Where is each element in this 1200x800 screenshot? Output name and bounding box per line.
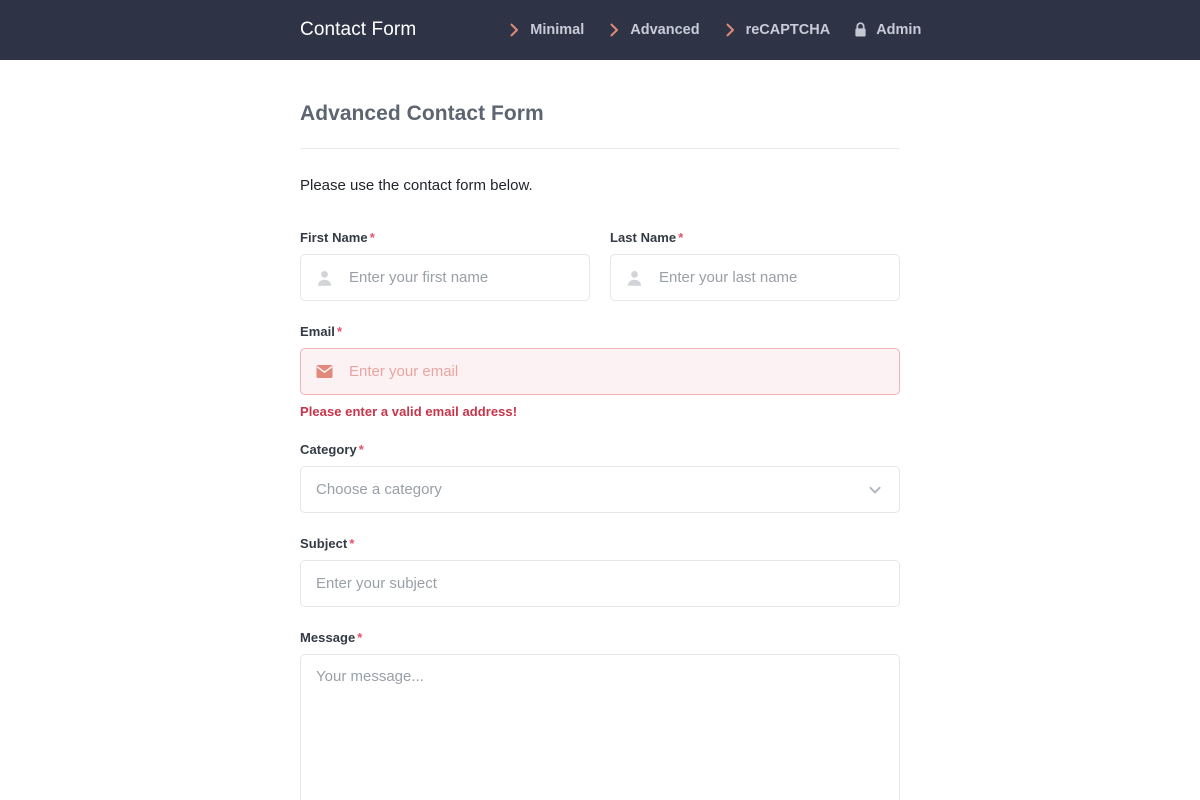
- required-marker: *: [369, 230, 375, 245]
- subject-label: Subject *: [300, 536, 900, 551]
- first-name-label-text: First Name: [300, 230, 368, 245]
- nav-item-label: Advanced: [630, 22, 700, 38]
- category-label: Category *: [300, 442, 900, 457]
- subject-control[interactable]: [300, 560, 900, 607]
- nav-item-label: Minimal: [530, 22, 585, 38]
- required-marker: *: [349, 536, 355, 551]
- first-name-field-group: First Name *: [300, 230, 590, 301]
- last-name-control[interactable]: [610, 254, 900, 301]
- name-row: First Name* Last Name*: [300, 230, 900, 324]
- email-field-group: Email* Please enter a valid email addres…: [300, 324, 900, 419]
- page-container: Advanced Contact Form Please use the con…: [300, 60, 900, 800]
- chevron-right-icon: [608, 23, 621, 37]
- category-field-group: Category * Choose a category: [300, 442, 900, 513]
- email-input[interactable]: [301, 349, 899, 394]
- title-divider: [300, 148, 900, 149]
- message-field-group: Message *: [300, 630, 900, 800]
- subject-input[interactable]: [301, 561, 899, 606]
- top-navbar: Contact Form Minimal Advanced reCAPTCHA …: [0, 0, 1200, 60]
- contact-form: First Name* Last Name*: [300, 230, 900, 800]
- first-name-input[interactable]: [301, 255, 589, 300]
- message-label: Message *: [300, 630, 900, 645]
- lock-icon: [854, 22, 867, 38]
- category-select-value-wrap: Choose a category: [301, 467, 899, 512]
- required-marker: *: [678, 230, 684, 245]
- subject-label-text: Subject: [300, 536, 348, 551]
- required-marker: *: [358, 442, 364, 457]
- intro-text: Please use the contact form below.: [300, 177, 533, 194]
- email-label-text: Email: [300, 324, 335, 339]
- chevron-right-icon: [508, 23, 521, 37]
- primary-nav: Minimal Advanced reCAPTCHA Admin: [508, 22, 921, 38]
- first-name-control[interactable]: [300, 254, 590, 301]
- last-name-label: Last Name *: [610, 230, 900, 245]
- brand-title: Contact Form: [300, 19, 417, 40]
- email-control[interactable]: [300, 348, 900, 395]
- subject-field-group: Subject *: [300, 536, 900, 607]
- email-label: Email *: [300, 324, 900, 339]
- required-marker: *: [357, 630, 363, 645]
- nav-item-advanced[interactable]: Advanced: [608, 22, 700, 38]
- nav-item-label: Admin: [876, 22, 922, 38]
- nav-item-admin[interactable]: Admin: [854, 22, 921, 38]
- nav-item-minimal[interactable]: Minimal: [508, 22, 584, 38]
- email-error-message: Please enter a valid email address!: [300, 404, 518, 419]
- nav-item-recaptcha[interactable]: reCAPTCHA: [724, 22, 831, 38]
- first-name-label: First Name *: [300, 230, 590, 245]
- nav-item-label: reCAPTCHA: [745, 22, 831, 38]
- message-label-text: Message: [300, 630, 356, 645]
- chevron-right-icon: [724, 23, 737, 37]
- category-label-text: Category: [300, 442, 357, 457]
- page-title: Advanced Contact Form: [300, 102, 544, 125]
- category-select-value: Choose a category: [316, 481, 442, 498]
- category-select[interactable]: Choose a category: [300, 466, 900, 513]
- last-name-input[interactable]: [611, 255, 899, 300]
- last-name-field-group: Last Name *: [610, 230, 900, 301]
- required-marker: *: [336, 324, 343, 339]
- last-name-label-text: Last Name: [610, 230, 677, 245]
- message-textarea[interactable]: [300, 654, 900, 800]
